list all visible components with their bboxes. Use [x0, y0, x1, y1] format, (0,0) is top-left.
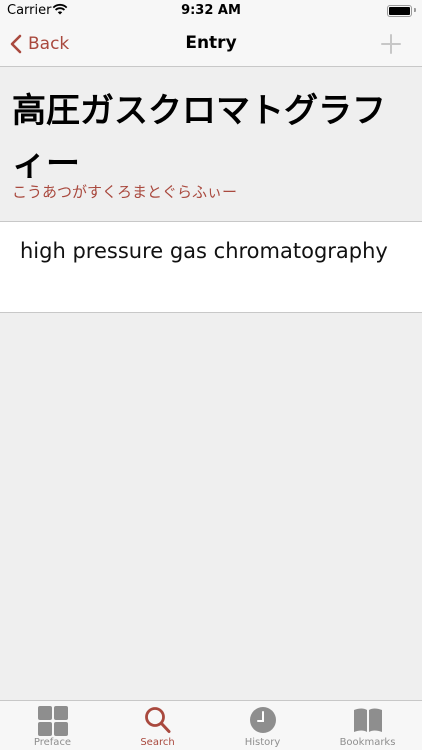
- battery-cap: [414, 8, 416, 12]
- definition-cell[interactable]: high pressure gas chromatography: [0, 222, 422, 313]
- entry-headword: 高圧ガスクロマトグラフィー: [12, 91, 386, 184]
- tab-label: Preface: [33, 737, 72, 748]
- entry-header: 高圧ガスクロマトグラフィー こうあつがすくろまとぐらふぃー: [0, 67, 422, 222]
- plus-icon[interactable]: [380, 33, 402, 55]
- tab-bar: Preface Search History Bookmarks: [0, 700, 422, 750]
- status-bar: Carrier 9:32 AM: [0, 0, 422, 22]
- tab-search[interactable]: Search: [105, 701, 210, 750]
- tab-label: Search: [140, 737, 175, 748]
- page-title: Entry: [185, 33, 237, 53]
- search-icon: [145, 707, 171, 733]
- entry-reading: こうあつがすくろまとぐらふぃー: [12, 183, 238, 201]
- tab-preface[interactable]: Preface: [0, 701, 105, 750]
- definition-text: high pressure gas chromatography: [20, 239, 388, 263]
- status-time: 9:32 AM: [181, 3, 241, 18]
- clock-icon: [250, 707, 276, 733]
- tab-history[interactable]: History: [210, 701, 315, 750]
- battery-icon: [387, 5, 412, 17]
- tab-label: Bookmarks: [339, 737, 396, 748]
- tab-bookmarks[interactable]: Bookmarks: [315, 701, 420, 750]
- book-icon: [354, 708, 382, 732]
- grid-icon: [38, 706, 68, 736]
- tab-label: History: [244, 737, 281, 748]
- navigation-bar: Back Entry: [0, 22, 422, 67]
